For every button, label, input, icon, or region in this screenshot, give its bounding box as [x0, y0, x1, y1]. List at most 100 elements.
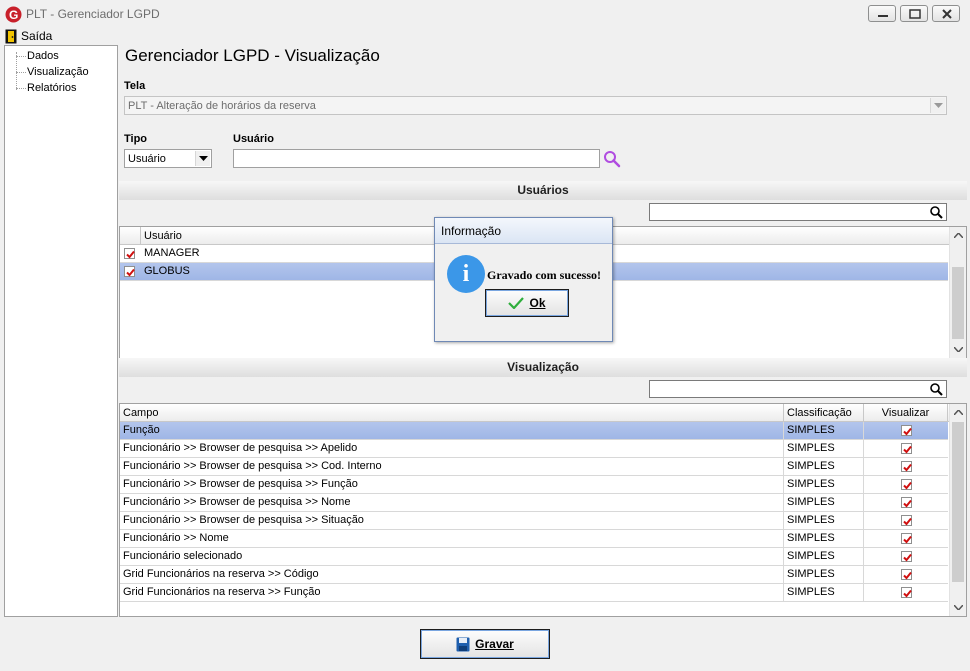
svg-text:G: G — [9, 8, 18, 22]
user-checkbox[interactable] — [124, 248, 135, 259]
view-cell — [864, 476, 948, 494]
view-column-header[interactable]: Visualizar — [864, 404, 948, 422]
class-cell: SIMPLES — [784, 530, 864, 548]
table-row[interactable]: Grid Funcionários na reserva >> Função SI… — [120, 584, 948, 602]
save-button[interactable]: Gravar — [420, 629, 550, 659]
view-checkbox[interactable] — [901, 533, 912, 544]
view-grid: Campo Classificação Visualizar Função SIM… — [119, 403, 967, 617]
scroll-down-icon[interactable] — [950, 341, 966, 358]
navigation-tree: Dados Visualização Relatórios — [4, 45, 118, 617]
tipo-label: Tipo — [124, 133, 148, 145]
view-checkbox[interactable] — [901, 479, 912, 490]
tree-item-visualizacao[interactable]: Visualização — [27, 66, 89, 78]
table-row[interactable]: Funcionário >> Browser de pesquisa >> Fu… — [120, 476, 948, 494]
search-icon — [930, 383, 943, 396]
scroll-down-icon[interactable] — [950, 599, 966, 616]
check-icon — [508, 297, 525, 309]
class-column-header[interactable]: Classificação — [784, 404, 864, 422]
class-cell: SIMPLES — [784, 548, 864, 566]
class-cell: SIMPLES — [784, 566, 864, 584]
ok-button-label: Ok — [529, 296, 546, 310]
table-row[interactable]: Funcionário >> Nome SIMPLES — [120, 530, 948, 548]
view-cell — [864, 566, 948, 584]
users-section-header: Usuários — [119, 181, 967, 200]
users-filter-input[interactable] — [649, 203, 947, 221]
tela-combobox[interactable]: PLT - Alteração de horários da reserva — [124, 96, 947, 115]
field-cell: Grid Funcionários na reserva >> Código — [120, 566, 784, 584]
view-cell — [864, 512, 948, 530]
table-row[interactable]: Funcionário selecionado SIMPLES — [120, 548, 948, 566]
view-checkbox[interactable] — [901, 497, 912, 508]
field-cell: Grid Funcionários na reserva >> Função — [120, 584, 784, 602]
class-cell: SIMPLES — [784, 584, 864, 602]
view-cell — [864, 584, 948, 602]
view-cell — [864, 440, 948, 458]
field-cell: Funcionário >> Browser de pesquisa >> Ap… — [120, 440, 784, 458]
class-cell: SIMPLES — [784, 422, 864, 440]
view-checkbox[interactable] — [901, 425, 912, 436]
view-scroll-thumb[interactable] — [952, 422, 964, 582]
user-checkbox[interactable] — [124, 266, 135, 277]
field-cell: Funcionário >> Browser de pesquisa >> Si… — [120, 512, 784, 530]
info-icon: i — [447, 255, 485, 293]
title-bar: G PLT - Gerenciador LGPD — [0, 0, 970, 28]
floppy-disk-icon — [456, 637, 470, 651]
tree-item-dados[interactable]: Dados — [27, 50, 59, 62]
tree-item-relatorios[interactable]: Relatórios — [27, 82, 77, 94]
users-scrollbar[interactable] — [949, 227, 966, 358]
view-checkbox[interactable] — [901, 515, 912, 526]
tela-label: Tela — [124, 80, 146, 92]
table-row[interactable]: Funcionário >> Browser de pesquisa >> Co… — [120, 458, 948, 476]
window-title: PLT - Gerenciador LGPD — [26, 7, 160, 21]
field-cell: Funcionário >> Browser de pesquisa >> Fu… — [120, 476, 784, 494]
view-cell — [864, 530, 948, 548]
users-scroll-thumb[interactable] — [952, 267, 964, 339]
view-checkbox[interactable] — [901, 551, 912, 562]
search-icon[interactable] — [603, 150, 621, 168]
class-cell: SIMPLES — [784, 458, 864, 476]
field-column-header[interactable]: Campo — [120, 404, 784, 422]
view-section-header: Visualização — [119, 358, 967, 377]
close-window-button[interactable] — [932, 5, 960, 22]
scroll-up-icon[interactable] — [950, 404, 966, 421]
table-row[interactable]: Funcionário >> Browser de pesquisa >> No… — [120, 494, 948, 512]
field-cell: Função — [120, 422, 784, 440]
scroll-up-icon[interactable] — [950, 227, 966, 244]
minimize-button[interactable] — [868, 5, 896, 22]
view-cell — [864, 422, 948, 440]
search-icon — [930, 206, 943, 219]
view-checkbox[interactable] — [901, 587, 912, 598]
dialog-message: Gravado com sucesso! — [487, 268, 601, 282]
app-logo-icon: G — [5, 6, 22, 23]
exit-door-icon — [5, 29, 17, 43]
table-row[interactable]: Funcionário >> Browser de pesquisa >> Ap… — [120, 440, 948, 458]
menu-exit[interactable]: Saída — [5, 27, 52, 45]
view-checkbox[interactable] — [901, 461, 912, 472]
class-cell: SIMPLES — [784, 476, 864, 494]
table-row[interactable]: Grid Funcionários na reserva >> Código SI… — [120, 566, 948, 584]
view-cell — [864, 494, 948, 512]
menu-bar: Saída — [0, 27, 970, 45]
view-scrollbar[interactable] — [949, 404, 966, 616]
dialog-title: Informação — [435, 218, 612, 244]
view-grid-header: Campo Classificação Visualizar — [120, 404, 950, 422]
tipo-select[interactable]: Usuário — [124, 149, 212, 168]
ok-button[interactable]: Ok — [485, 289, 569, 317]
chevron-down-icon[interactable] — [195, 151, 210, 166]
restore-button[interactable] — [900, 5, 928, 22]
usuario-label: Usuário — [233, 133, 274, 145]
view-checkbox[interactable] — [901, 569, 912, 580]
class-cell: SIMPLES — [784, 494, 864, 512]
table-row[interactable]: Funcionário >> Browser de pesquisa >> Si… — [120, 512, 948, 530]
view-filter-input[interactable] — [649, 380, 947, 398]
info-dialog: Informação i Gravado com sucesso! Ok — [434, 217, 613, 342]
field-cell: Funcionário >> Browser de pesquisa >> Co… — [120, 458, 784, 476]
chevron-down-icon[interactable] — [930, 98, 945, 113]
field-cell: Funcionário >> Browser de pesquisa >> No… — [120, 494, 784, 512]
tela-value: PLT - Alteração de horários da reserva — [128, 100, 316, 112]
view-checkbox[interactable] — [901, 443, 912, 454]
usuario-input[interactable] — [233, 149, 600, 168]
class-cell: SIMPLES — [784, 440, 864, 458]
table-row[interactable]: Função SIMPLES — [120, 422, 948, 440]
view-cell — [864, 548, 948, 566]
